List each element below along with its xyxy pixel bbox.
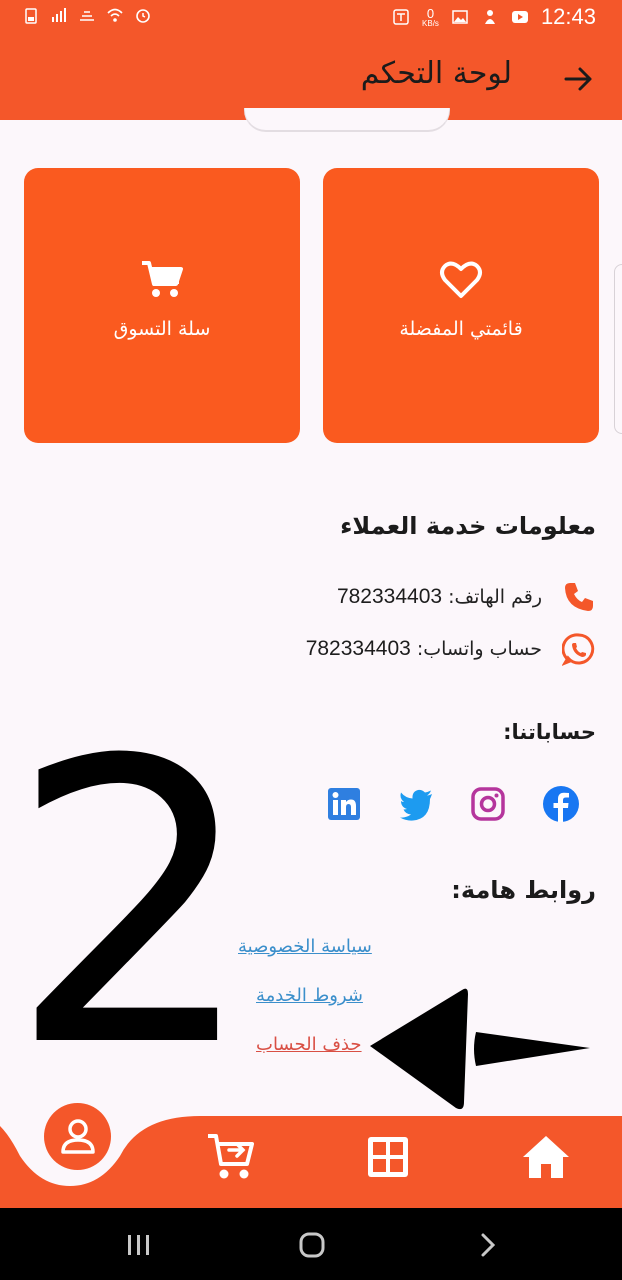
shopping-cart-icon xyxy=(142,261,183,297)
favorites-label: قائمتي المفضلة xyxy=(399,318,523,340)
annotation-arrow-icon xyxy=(370,988,590,1110)
page-title: لوحة التحكم xyxy=(360,56,512,91)
status-icons-left xyxy=(22,6,152,24)
translate-icon xyxy=(393,9,409,25)
annotation-number: 2 xyxy=(8,678,257,1132)
whatsapp-icon xyxy=(562,633,595,666)
status-bar: 0 KB/s 12:43 xyxy=(0,0,622,38)
data-speed-value: 0 xyxy=(426,5,435,21)
important-links-title: روابط هامة: xyxy=(451,876,596,904)
data-speed: 0 KB/s xyxy=(422,7,439,28)
alarm-icon xyxy=(136,9,150,23)
shopping-cart-label: سلة التسوق xyxy=(113,318,211,340)
whatsapp-row[interactable]: حساب واتساب: 782334403 xyxy=(306,632,596,666)
profile-button[interactable] xyxy=(44,1103,111,1170)
system-navigation-bar xyxy=(0,1208,622,1280)
side-handle[interactable] xyxy=(614,264,622,434)
privacy-policy-link[interactable]: سياسة الخصوصية xyxy=(238,936,372,957)
shopping-cart-card[interactable]: سلة التسوق xyxy=(24,168,300,443)
delete-account-link[interactable]: حذف الحساب xyxy=(256,1034,362,1055)
signal-icon xyxy=(52,8,66,22)
linkedin-icon[interactable] xyxy=(326,786,362,822)
recent-apps-icon[interactable] xyxy=(124,1230,154,1260)
battery-icon xyxy=(25,8,37,24)
data-speed-unit: KB/s xyxy=(422,18,439,28)
home-button-icon[interactable] xyxy=(297,1230,327,1260)
home-icon[interactable] xyxy=(519,1130,573,1184)
phone-icon xyxy=(565,583,593,611)
wifi-icon xyxy=(107,8,123,22)
whatsapp-value: 782334403 xyxy=(305,637,411,660)
grid-icon[interactable] xyxy=(361,1130,415,1184)
image-icon xyxy=(452,10,468,24)
back-icon[interactable] xyxy=(473,1230,503,1260)
add-to-cart-icon[interactable] xyxy=(205,1130,259,1184)
phone-value: 782334403 xyxy=(336,585,443,608)
network-icon xyxy=(80,11,94,21)
phone-row[interactable]: رقم الهاتف: 782334403 xyxy=(337,580,596,614)
phone-label: رقم الهاتف: xyxy=(448,586,542,608)
arrow-right-icon[interactable] xyxy=(562,62,596,96)
facebook-icon[interactable] xyxy=(543,786,579,822)
notification-icon xyxy=(484,10,495,24)
twitter-icon[interactable] xyxy=(398,786,434,822)
instagram-icon[interactable] xyxy=(470,786,506,822)
heart-icon xyxy=(440,261,482,298)
customer-service-title: معلومات خدمة العملاء xyxy=(340,512,596,540)
status-icons-right: 0 KB/s 12:43 xyxy=(392,4,596,30)
accounts-title: حساباتنا: xyxy=(503,720,596,744)
terms-of-service-link[interactable]: شروط الخدمة xyxy=(256,985,363,1006)
profile-icon xyxy=(61,1119,95,1154)
favorites-card[interactable]: قائمتي المفضلة xyxy=(323,168,599,443)
status-time: 12:43 xyxy=(540,4,596,29)
youtube-icon xyxy=(511,11,528,23)
header-pill xyxy=(244,108,450,132)
whatsapp-label: حساب واتساب: xyxy=(416,638,542,660)
